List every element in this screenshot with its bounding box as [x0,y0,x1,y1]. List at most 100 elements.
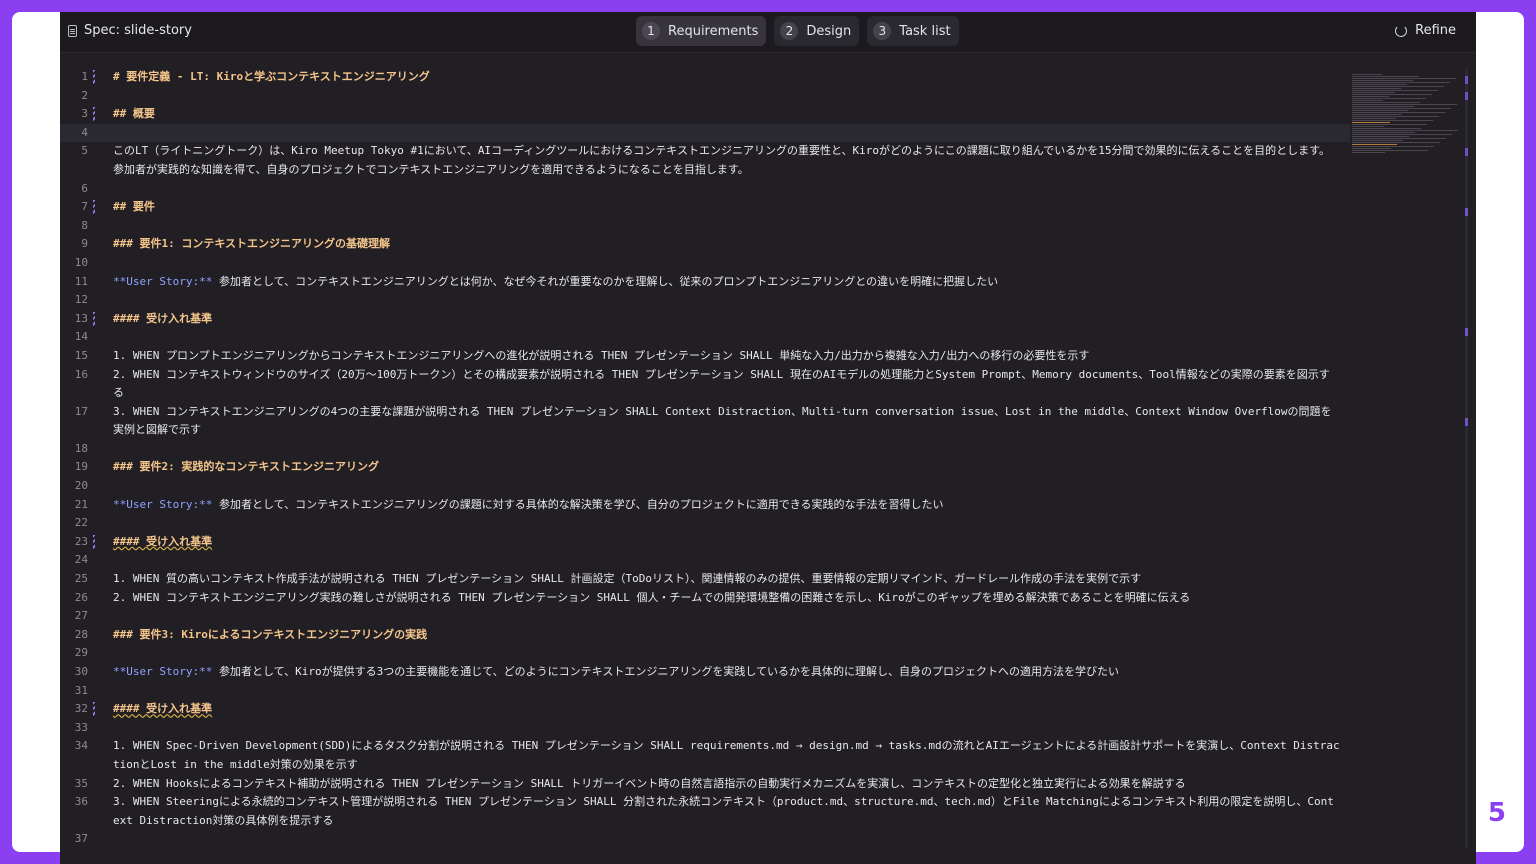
line-content: ## 概要 [113,105,1350,124]
line-number: 24 [74,553,88,567]
gutter [88,180,113,199]
editor-line[interactable]: 21 **User Story:** 参加者として、コンテキストエンジニアリングの… [60,496,1350,515]
minimap-line [1352,96,1389,97]
editor-line[interactable]: 7 ## 要件 [60,198,1350,217]
editor-line[interactable]: 13 #### 受け入れ基準 [60,310,1350,329]
editor-line[interactable]: 28 ### 要件3: Kiroによるコンテキストエンジニアリングの実践 [60,626,1350,645]
editor-line[interactable]: 8 [60,217,1350,236]
spec-title[interactable]: Spec: slide-story [68,23,192,38]
change-marker [93,200,95,215]
editor-line[interactable]: 22 [60,514,1350,533]
minimap-line [1352,76,1419,77]
editor-line[interactable]: 18 [60,440,1350,459]
gutter [88,644,113,663]
line-number: 19 [74,460,88,474]
line-number: 27 [74,609,88,623]
line-number: 18 [74,441,88,455]
editor-line[interactable]: 2 [60,87,1350,106]
tab-requirements[interactable]: 1 Requirements [636,16,767,46]
page-number: 5 [1487,798,1506,828]
editor-line[interactable]: 5 このLT（ライトニングトーク）は、Kiro Meetup Tokyo #1にお… [60,142,1350,179]
editor-line[interactable]: 24 [60,551,1350,570]
editor-line[interactable]: 3 ## 概要 [60,105,1350,124]
minimap-line [1352,124,1427,125]
line-content [113,254,1350,273]
minimap-line [1352,100,1383,101]
editor-line[interactable]: 16 2. WHEN コンテキストウィンドウのサイズ（20万〜100万トークン）と… [60,366,1350,403]
editor-line[interactable]: 33 [60,719,1350,738]
code-editor[interactable]: 1 # 要件定義 - LT: Kiroと学ぶコンテキストエンジニアリング 2 3 ## … [60,68,1350,864]
line-content: 2. WHEN Hooksによるコンテキスト補助が説明される THEN プレゼン… [113,775,1350,794]
editor-line[interactable]: 15 1. WHEN プロンプトエンジニアリングからコンテキストエンジニアリングへ… [60,347,1350,366]
editor-line[interactable]: 14 [60,328,1350,347]
heading-text: #### 受け入れ基準 [113,311,213,325]
line-number: 12 [74,293,88,307]
gutter [88,440,113,459]
line-content: 1. WHEN プロンプトエンジニアリングからコンテキストエンジニアリングへの進… [113,347,1350,366]
minimap-line [1352,118,1396,119]
editor-line[interactable]: 37 [60,830,1350,849]
editor-line[interactable]: 32 #### 受け入れ基準 [60,700,1350,719]
editor-line[interactable]: 23 #### 受け入れ基準 [60,533,1350,552]
line-content: ### 要件3: Kiroによるコンテキストエンジニアリングの実践 [113,626,1350,645]
editor-line[interactable]: 26 2. WHEN コンテキストエンジニアリング実践の難しさが説明される THE… [60,589,1350,608]
tab-label: Design [806,23,852,39]
line-text: 1. WHEN Spec-Driven Development(SDD)によるタ… [113,739,1340,771]
line-content: ### 要件1: コンテキストエンジニアリングの基礎理解 [113,235,1350,254]
editor-line[interactable]: 30 **User Story:** 参加者として、Kiroが提供する3つの主要機… [60,663,1350,682]
line-text: 2. WHEN コンテキストエンジニアリング実践の難しさが説明される THEN … [113,590,1191,604]
editor-line[interactable]: 11 **User Story:** 参加者として、コンテキストエンジニアリングと… [60,273,1350,292]
editor-line[interactable]: 20 [60,477,1350,496]
minimap[interactable] [1350,68,1468,848]
editor-line[interactable]: 1 # 要件定義 - LT: Kiroと学ぶコンテキストエンジニアリング [60,68,1350,87]
line-content [113,87,1350,106]
tab-task-list[interactable]: 3 Task list [867,16,959,46]
line-content: **User Story:** 参加者として、コンテキストエンジニアリングの課題… [113,496,1350,515]
line-content: 1. WHEN 質の高いコンテキスト作成手法が説明される THEN プレゼンテー… [113,570,1350,589]
minimap-line [1352,110,1408,111]
editor-line[interactable]: 19 ### 要件2: 実践的なコンテキストエンジニアリング [60,458,1350,477]
refine-button[interactable]: Refine [1395,23,1456,38]
line-number: 35 [74,776,88,790]
minimap-line [1352,126,1384,127]
gutter [88,551,113,570]
tab-label: Task list [899,23,951,39]
editor-line[interactable]: 4 [60,123,1350,143]
line-number: 30 [74,665,88,678]
line-text: 2. WHEN コンテキストウィンドウのサイズ（20万〜100万トークン）とその… [113,367,1330,400]
line-text: 3. WHEN コンテキストエンジニアリングの4つの主要な課題が説明される TH… [113,404,1332,437]
editor-line[interactable]: 12 [60,291,1350,310]
tab-design[interactable]: 2 Design [774,16,860,46]
minimap-line [1352,146,1434,147]
top-bar: Spec: slide-story 1 Requirements 2 Desig… [60,12,1476,53]
minimap-line [1352,86,1444,87]
line-content [113,217,1350,236]
minimap-line [1352,98,1426,99]
editor-line[interactable]: 25 1. WHEN 質の高いコンテキスト作成手法が説明される THEN プレゼン… [60,570,1350,589]
user-story-label: **User Story:** [113,274,213,288]
vertical-scrollbar[interactable] [1465,68,1468,848]
minimap-line [1352,138,1446,139]
minimap-line [1352,136,1409,137]
scrollbar-marker [1465,76,1468,84]
editor-line[interactable]: 31 [60,682,1350,701]
editor-line[interactable]: 10 [60,254,1350,273]
minimap-line [1352,128,1421,129]
editor-line[interactable]: 29 [60,644,1350,663]
refresh-icon [1395,24,1408,37]
refine-label: Refine [1415,23,1456,38]
editor-line[interactable]: 36 3. WHEN Steeringによる永続的コンテキスト管理が説明される T… [60,793,1350,830]
editor-line[interactable]: 27 [60,607,1350,626]
editor-line[interactable]: 17 3. WHEN コンテキストエンジニアリングの4つの主要な課題が説明される … [60,403,1350,440]
tab-number: 3 [873,22,892,40]
editor-line[interactable]: 6 [60,180,1350,199]
line-content: #### 受け入れ基準 [113,700,1350,719]
line-content [113,124,1350,143]
heading-text: ## 要件 [113,200,155,214]
editor-line[interactable]: 34 1. WHEN Spec-Driven Development(SDD)によ… [60,737,1350,774]
editor-line[interactable]: 9 ### 要件1: コンテキストエンジニアリングの基礎理解 [60,235,1350,254]
line-content: ### 要件2: 実践的なコンテキストエンジニアリング [113,458,1350,477]
gutter [88,328,113,347]
line-number: 22 [74,516,88,530]
editor-line[interactable]: 35 2. WHEN Hooksによるコンテキスト補助が説明される THEN プレ… [60,775,1350,794]
